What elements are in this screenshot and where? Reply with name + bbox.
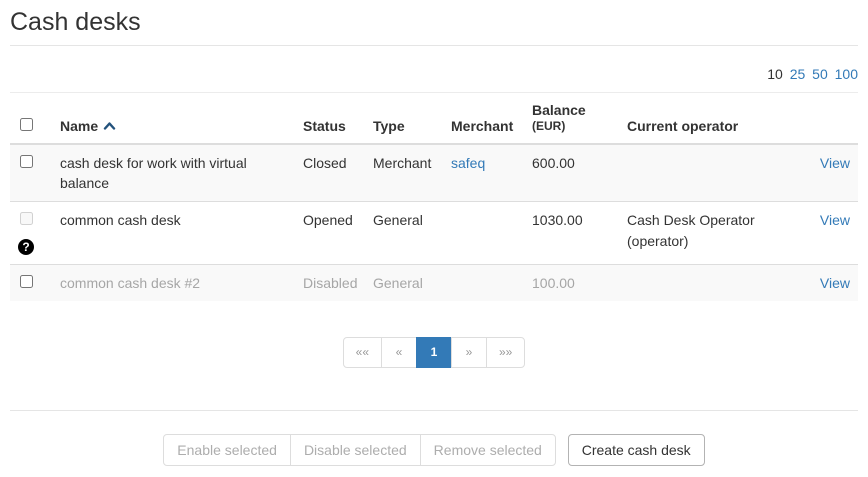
row2-name: common cash desk [52, 202, 295, 265]
row2-balance: 1030.00 [524, 202, 619, 265]
row1-balance: 600.00 [524, 144, 619, 202]
row2-merchant-cell [443, 202, 524, 265]
row1-view-link[interactable]: View [820, 155, 850, 171]
enable-selected-button[interactable]: Enable selected [163, 434, 291, 467]
create-cash-desk-button[interactable]: Create cash desk [568, 434, 705, 467]
pagination-prev-button[interactable]: « [381, 337, 417, 367]
row3-view-link[interactable]: View [820, 275, 850, 291]
row2-view-link[interactable]: View [820, 212, 850, 228]
pagination-page-1[interactable]: 1 [416, 337, 452, 367]
page-size-current: 10 [767, 66, 783, 82]
row2-status: Opened [295, 202, 365, 265]
row1-status: Closed [295, 144, 365, 202]
row3-name: common cash desk #2 [52, 264, 295, 301]
row3-view-cell: View [789, 264, 858, 301]
remove-selected-button[interactable]: Remove selected [420, 434, 556, 467]
table-row: ? common cash desk Opened General 1030.0… [10, 202, 858, 265]
row1-merchant-cell: safeq [443, 144, 524, 202]
row1-view-cell: View [789, 144, 858, 202]
row3-type: General [365, 264, 443, 301]
page-size-option-50[interactable]: 50 [812, 66, 828, 82]
header-balance-line1: Balance [532, 101, 611, 119]
table-row: common cash desk #2 Disabled General 100… [10, 264, 858, 301]
footer-divider [10, 410, 858, 411]
row2-view-cell: View [789, 202, 858, 265]
pagination-next-button[interactable]: » [451, 337, 487, 367]
question-mark-icon[interactable]: ? [18, 239, 34, 255]
table-row: cash desk for work with virtual balance … [10, 144, 858, 202]
table-header-row: Name Status Type Merchant Balance (EUR) … [10, 93, 858, 144]
cash-desks-table: Name Status Type Merchant Balance (EUR) … [10, 92, 858, 301]
select-all-checkbox[interactable] [20, 118, 33, 131]
pagination-first-button[interactable]: «« [343, 337, 382, 367]
caret-up-icon [103, 116, 116, 134]
row3-checkbox[interactable] [20, 275, 33, 288]
header-actions [789, 93, 858, 144]
row1-type: Merchant [365, 144, 443, 202]
row2-select-cell: ? [10, 202, 52, 265]
row2-checkbox[interactable] [20, 212, 33, 225]
page-size-option-100[interactable]: 100 [835, 66, 858, 82]
row3-operator [619, 264, 789, 301]
header-current-operator: Current operator [619, 93, 789, 144]
row2-operator: Cash Desk Operator (operator) [619, 202, 789, 265]
row1-name: cash desk for work with virtual balance [52, 144, 295, 202]
header-balance-line2: (EUR) [532, 119, 611, 135]
row2-type: General [365, 202, 443, 265]
header-balance: Balance (EUR) [524, 93, 619, 144]
header-name[interactable]: Name [52, 93, 295, 144]
row3-status: Disabled [295, 264, 365, 301]
disable-selected-button[interactable]: Disable selected [290, 434, 421, 467]
header-type: Type [365, 93, 443, 144]
pagination-last-button[interactable]: »» [486, 337, 525, 367]
footer-actions: Enable selected Disable selected Remove … [10, 434, 858, 467]
header-select-all [10, 93, 52, 144]
row1-merchant-link[interactable]: safeq [451, 155, 485, 171]
header-merchant: Merchant [443, 93, 524, 144]
row1-select-cell [10, 144, 52, 202]
header-name-label: Name [60, 118, 98, 134]
header-status: Status [295, 93, 365, 144]
page-title: Cash desks [10, 8, 858, 46]
row3-select-cell [10, 264, 52, 301]
page-size-option-25[interactable]: 25 [790, 66, 806, 82]
page-container: Cash desks 10 25 50 100 Name Status Type… [0, 8, 868, 466]
row3-balance: 100.00 [524, 264, 619, 301]
bulk-actions-group: Enable selected Disable selected Remove … [163, 434, 556, 467]
row3-merchant-cell [443, 264, 524, 301]
row1-checkbox[interactable] [20, 155, 33, 168]
row1-operator [619, 144, 789, 202]
page-size-selector: 10 25 50 100 [10, 66, 858, 82]
pagination: «« « 1 » »» [10, 337, 858, 367]
